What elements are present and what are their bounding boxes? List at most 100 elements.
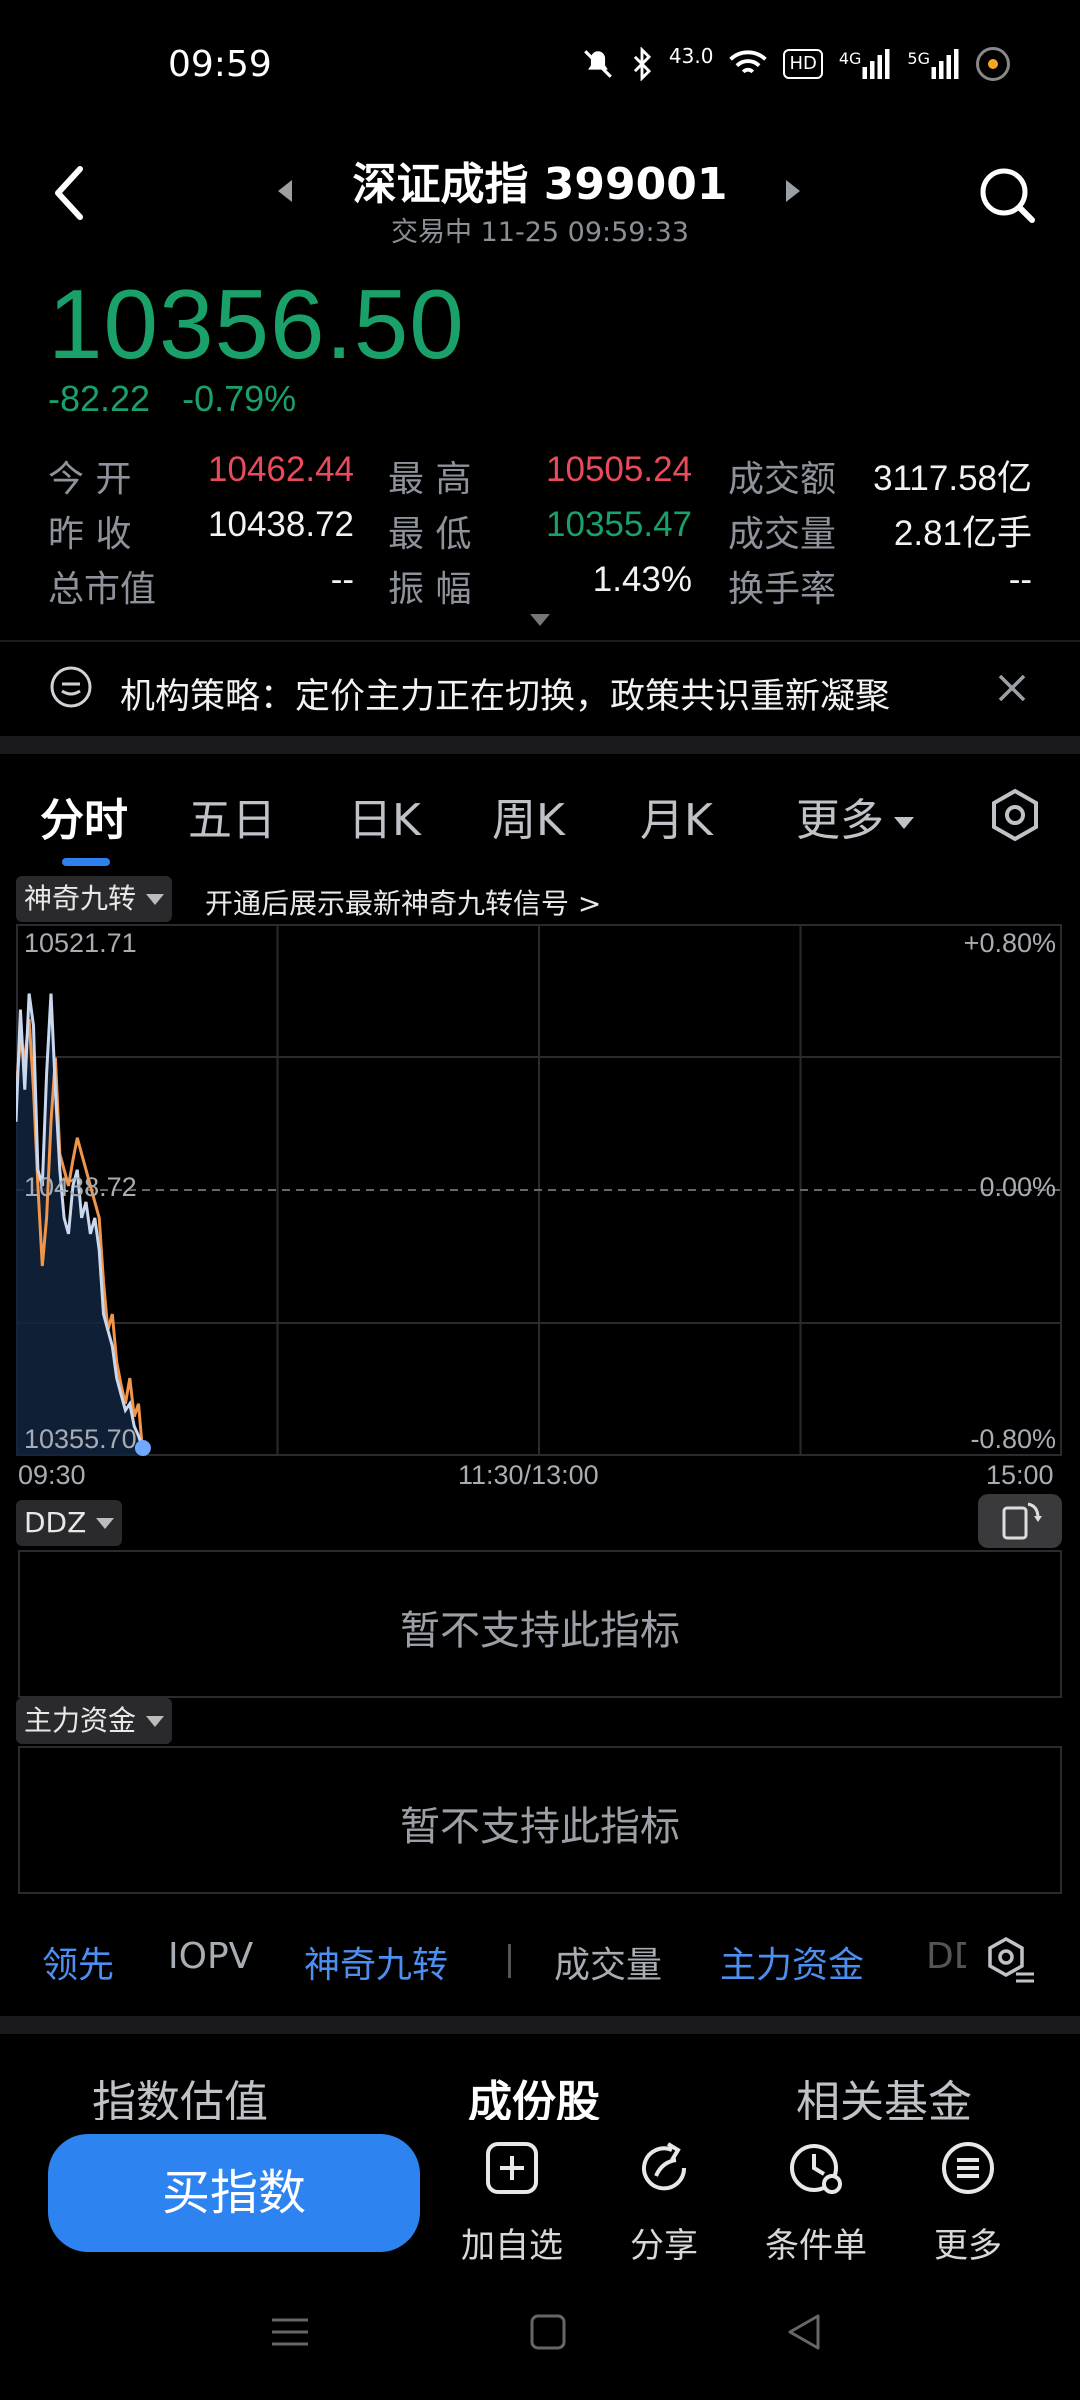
search-icon [980,168,1035,223]
high-label: 最 高 [388,459,472,500]
condition-order-button[interactable]: 条件单 [756,2138,876,2267]
amount-value: 3117.58亿 [873,459,1032,498]
close-banner-button[interactable] [992,668,1032,708]
price-change: -82.22 -0.79% [48,378,318,420]
strategy-banner[interactable]: 机构策略：定价主力正在切换，政策共识重新凝聚 [120,668,890,719]
indicator-lead[interactable]: 领先 [42,1936,114,1988]
high-value: 10505.24 [546,450,692,489]
intraday-chart[interactable]: 10521.71 10438.72 10355.70 +0.80% 0.00% … [14,924,1062,1456]
ddz-selector[interactable]: DDZ [16,1500,123,1546]
settings-icon [992,788,1038,842]
tab-intraday[interactable]: 分时 [40,784,128,848]
active-tab-indicator [62,858,110,866]
nav-home-button[interactable] [526,2310,570,2358]
nav-recents-button[interactable] [268,2310,312,2358]
clock-icon [790,2144,842,2194]
change-value: -82.22 [48,378,151,419]
ddz-panel: 暂不支持此指标 [18,1550,1062,1698]
y-top-label: 10521.71 [24,928,137,958]
next-index-button[interactable] [786,180,800,202]
amplitude-value: 1.43% [592,560,692,599]
strip-separator [508,1944,522,1978]
tab-five-day[interactable]: 五日 [188,784,276,848]
ddz-label: DDZ [24,1506,87,1539]
chevron-down-icon [146,893,165,905]
last-price: 10356.50 [48,269,465,379]
chart-settings-button[interactable] [988,788,1042,842]
more-actions-button[interactable]: 更多 [908,2138,1028,2267]
indicator-settings-button[interactable] [984,1934,1038,1988]
menu-icon [272,2318,308,2346]
section-divider [0,2016,1080,2034]
rotate-icon [1002,1502,1042,1540]
main-funds-empty-text: 暂不支持此指标 [400,1804,680,1850]
chevron-down-icon [146,1715,165,1727]
tab-more-label: 更多 [796,795,884,846]
latest-point [134,1440,151,1456]
volume-value: 2.81亿手 [893,514,1032,553]
tab-weekly-k[interactable]: 周K [492,784,565,848]
y-mid-label: 10438.72 [24,1172,137,1202]
main-funds-label: 主力资金 [24,1704,137,1737]
pct-bottom-label: -0.80% [970,1424,1056,1454]
buy-index-button[interactable]: 买指数 [48,2134,420,2252]
open-value: 10462.44 [208,450,354,489]
signal-4g-icon: 4G [839,49,892,79]
tab-daily-k[interactable]: 日K [348,784,421,848]
indicator-iopv[interactable]: IOPV [168,1936,253,1977]
indicator-nine-turn[interactable]: 神奇九转 [304,1936,448,1988]
status-time: 09:59 [168,44,272,85]
indicator-dd[interactable]: DD [926,1936,966,1977]
prev-close-label: 昨 收 [48,514,132,555]
expand-quote-button[interactable] [530,614,550,626]
ddz-empty-text: 暂不支持此指标 [400,1608,680,1654]
intraday-chart-svg [14,924,1062,1456]
share-button[interactable]: 分享 [604,2138,724,2267]
message-icon [48,664,94,710]
signal-5g-icon: 5G [907,49,960,79]
indicator-main-funds[interactable]: 主力资金 [720,1936,864,1988]
back-triangle-icon [788,2314,820,2350]
turnover-label: 换手率 [728,569,837,610]
home-square-icon [530,2314,566,2350]
share-icon [642,2142,687,2191]
settings-icon [988,1936,1034,1983]
low-value: 10355.47 [546,505,692,544]
trading-status: 交易中 11-25 09:59:33 [391,217,689,248]
chevron-down-icon [894,817,914,829]
mute-icon [581,47,615,81]
divider [0,640,1080,642]
x-mid-label: 11:30/13:00 [458,1460,599,1490]
turnover-value: -- [1008,560,1032,599]
market-cap-label: 总市值 [48,569,157,610]
prev-close-value: 10438.72 [208,505,354,544]
add-watchlist-button[interactable]: 加自选 [452,2138,572,2267]
wifi-icon [729,49,768,79]
tab-monthly-k[interactable]: 月K [640,784,713,848]
section-divider [0,736,1080,754]
x-end-label: 15:00 [986,1460,1054,1490]
nine-turn-promo-link[interactable]: 开通后展示最新神奇九转信号 > [205,882,601,922]
main-funds-panel: 暂不支持此指标 [18,1746,1062,1894]
tab-more[interactable]: 更多 [796,784,914,848]
indicator-volume[interactable]: 成交量 [554,1936,662,1988]
amplitude-label: 振 幅 [388,569,472,610]
chevron-down-icon [96,1517,115,1529]
main-funds-selector[interactable]: 主力资金 [16,1698,173,1744]
nav-back-button[interactable] [782,2310,826,2358]
rotate-screen-button[interactable] [978,1494,1062,1548]
more-actions-label: 更多 [934,2226,1002,2266]
close-icon [998,674,1026,702]
pct-top-label: +0.80% [963,928,1056,958]
share-label: 分享 [630,2226,698,2266]
search-button[interactable] [978,166,1036,224]
add-watchlist-label: 加自选 [461,2226,563,2266]
net-4g-label: 4G [838,49,862,68]
amount-label: 成交额 [728,459,837,500]
menu-circle-icon [942,2142,994,2194]
change-percent: -0.79% [182,378,297,419]
market-cap-value: -- [330,560,354,599]
nine-turn-selector[interactable]: 神奇九转 [16,876,173,922]
volume-label: 成交量 [728,514,837,555]
pct-mid-label: 0.00% [979,1172,1056,1202]
